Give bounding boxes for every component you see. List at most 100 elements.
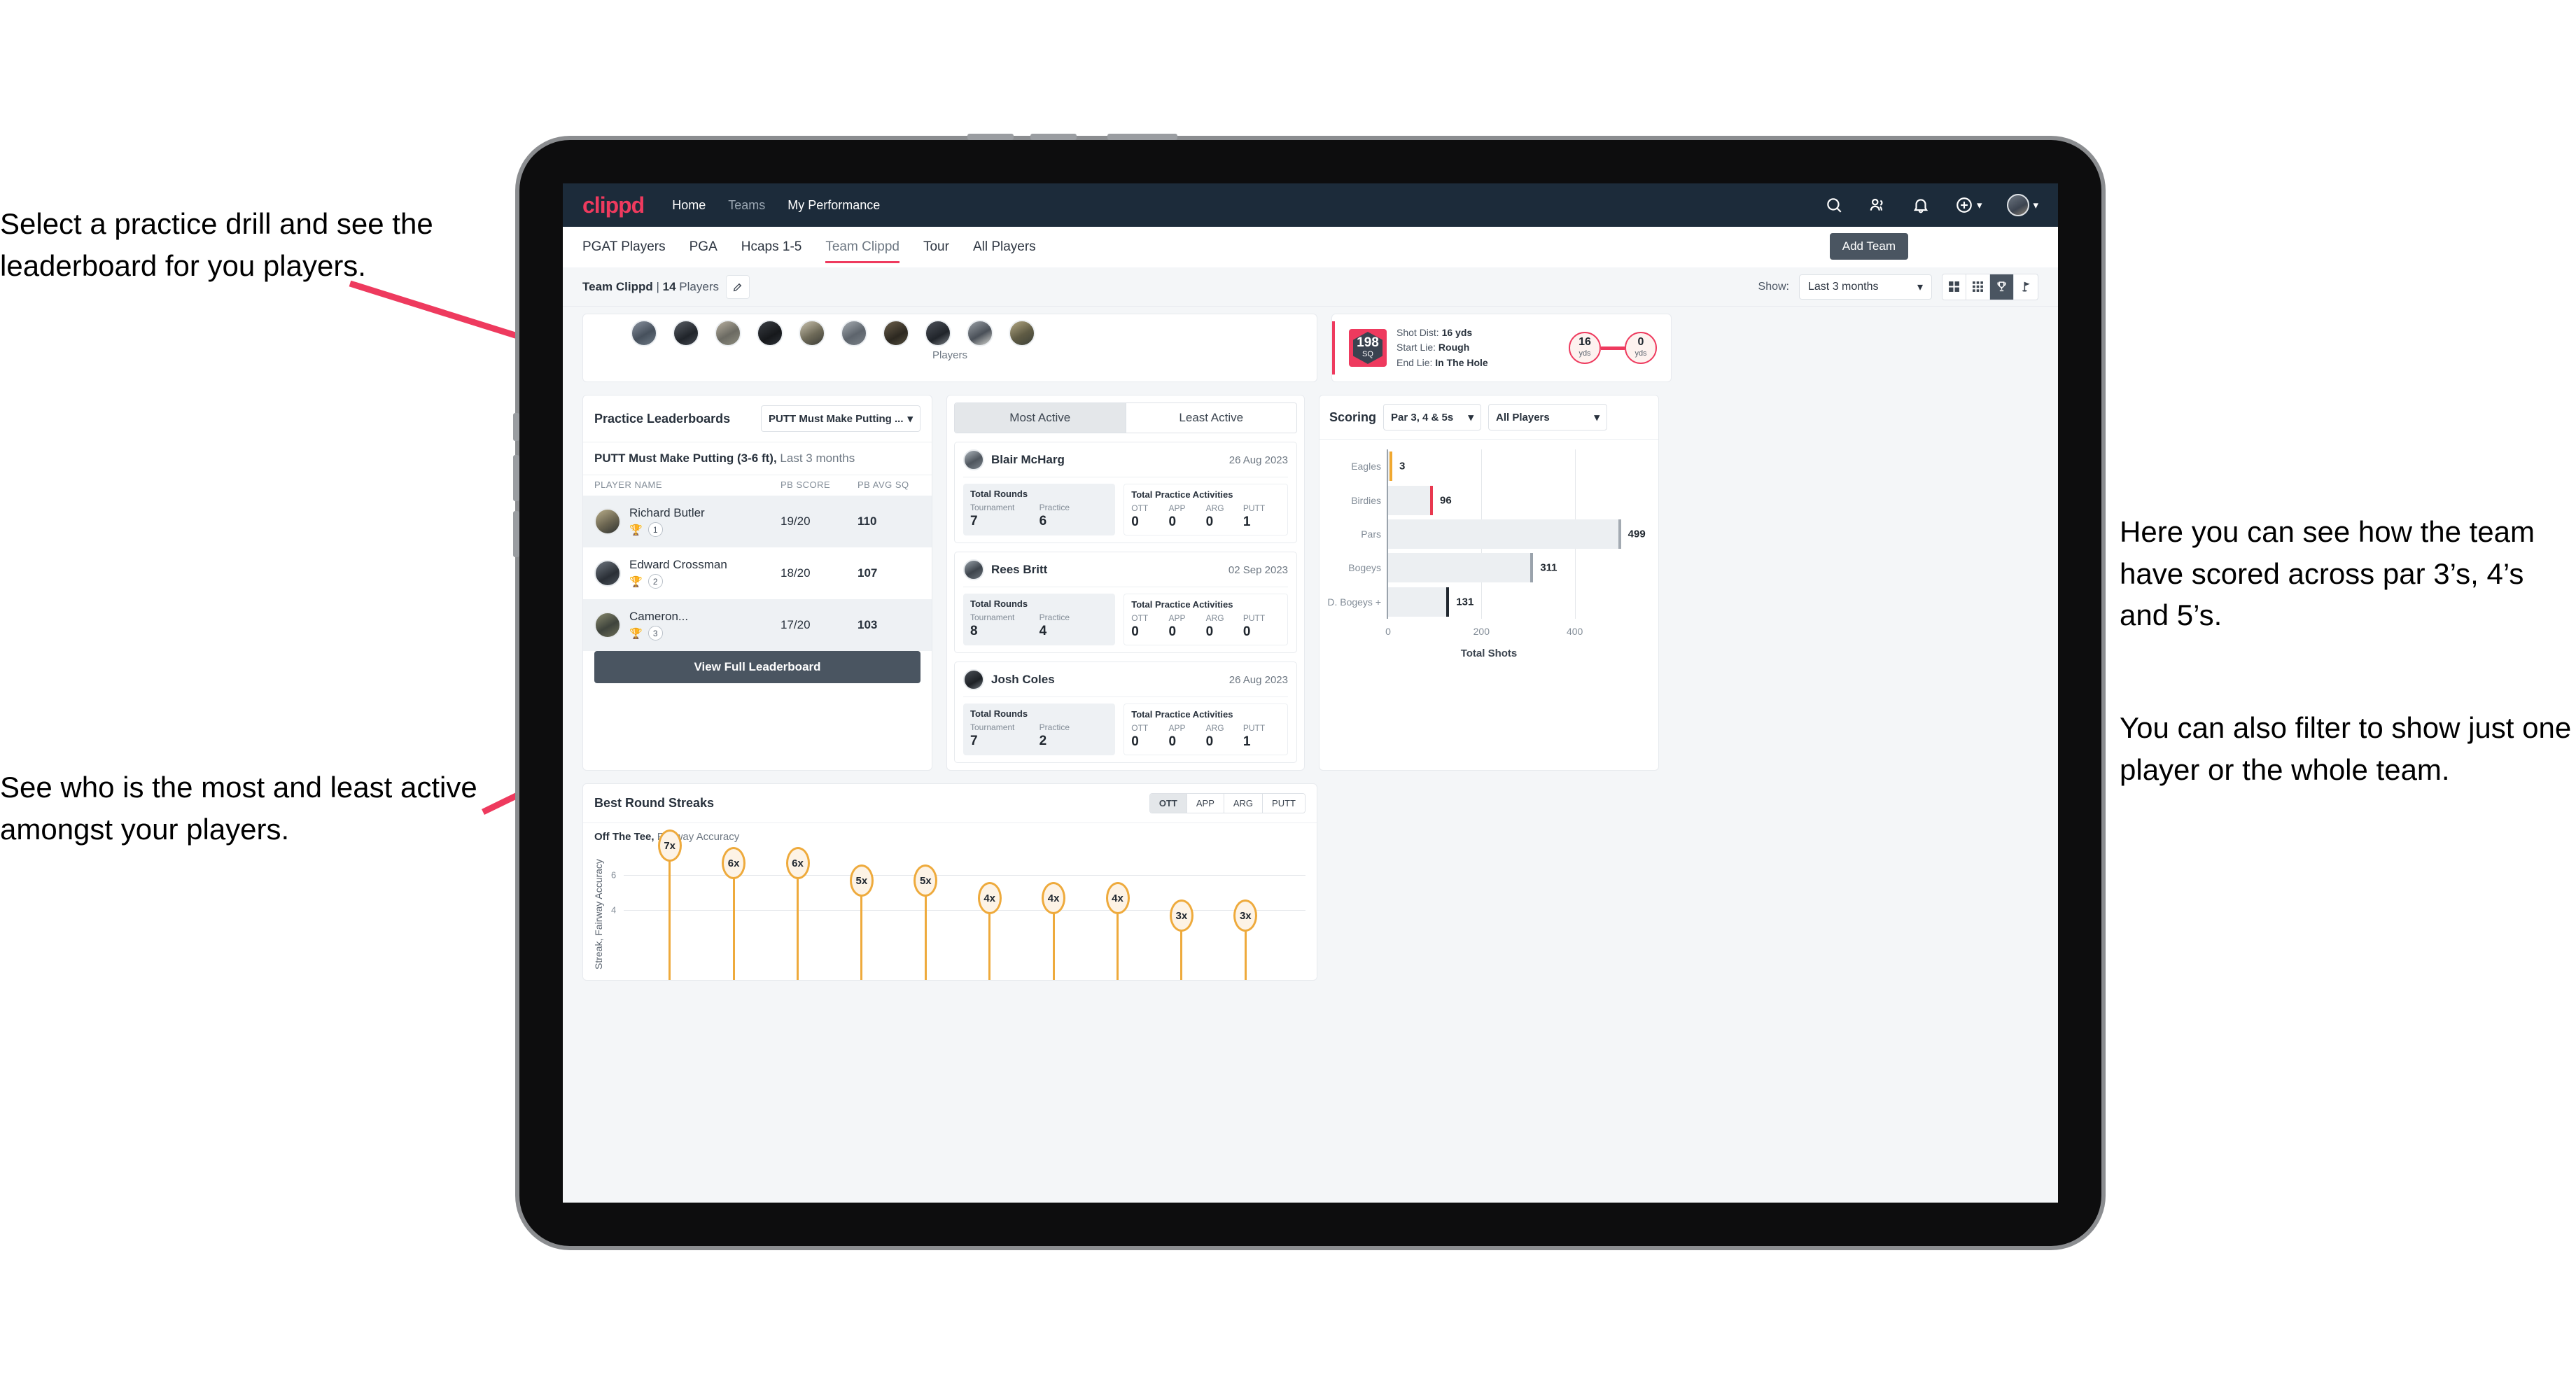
streak-marker[interactable]: 5x — [913, 864, 938, 897]
drill-range: Last 3 months — [780, 451, 855, 465]
avatar[interactable] — [631, 320, 657, 346]
shot-connector-line — [1601, 346, 1625, 350]
streaks-category-toggle: OTT APP ARG PUTT — [1149, 793, 1306, 813]
profile-menu[interactable]: ▾ — [2007, 194, 2038, 216]
list-item[interactable]: Blair McHarg 26 Aug 2023 Total Rounds To… — [954, 442, 1297, 543]
streaks-header: Best Round Streaks OTT APP ARG PUTT — [583, 784, 1317, 822]
avatar[interactable] — [841, 320, 867, 346]
add-team-button[interactable]: Add Team — [1829, 233, 1908, 260]
activity-arg: ARG 0 — [1205, 723, 1224, 749]
section-tabbar: PGAT Players PGA Hcaps 1-5 Team Clippd T… — [563, 227, 2058, 267]
list-item[interactable]: Rees Britt 02 Sep 2023 Total Rounds Tour… — [954, 552, 1297, 653]
pencil-icon[interactable] — [725, 274, 750, 299]
avatar[interactable] — [673, 320, 699, 346]
nav-link-home[interactable]: Home — [672, 198, 706, 213]
bar-value-label: 131 — [1456, 596, 1474, 608]
streak-stem — [797, 875, 799, 980]
bar-category-label: Eagles — [1351, 461, 1381, 472]
subheader-controls: Show: Last 3 months ▾ — [1758, 273, 2038, 300]
avatar[interactable] — [967, 320, 993, 346]
grid-small-icon[interactable] — [1966, 274, 1990, 300]
plus-circle-icon[interactable] — [1955, 196, 1973, 214]
tab-least-active[interactable]: Least Active — [1125, 403, 1296, 433]
streak-marker[interactable]: 4x — [977, 882, 1002, 914]
separator: | — [656, 279, 659, 293]
grid-large-icon[interactable] — [1942, 274, 1966, 300]
par-filter-select[interactable]: Par 3, 4 & 5s ▾ — [1383, 404, 1482, 430]
activity-app: APP 0 — [1168, 723, 1186, 749]
tab-team-clippd[interactable]: Team Clippd — [825, 227, 899, 267]
pb-avg-sq: 103 — [858, 618, 878, 631]
drill-name: PUTT Must Make Putting (3-6 ft), — [594, 451, 777, 465]
chevron-down-icon: ▾ — [1594, 412, 1600, 424]
streak-toggle-ott[interactable]: OTT — [1149, 794, 1187, 813]
total-rounds-header: Total Rounds — [970, 598, 1028, 609]
add-menu[interactable]: ▾ — [1955, 196, 1982, 214]
streak-marker[interactable]: 6x — [722, 847, 746, 879]
trophy-icon[interactable] — [1990, 274, 2014, 300]
players-word: Players — [679, 279, 719, 293]
avatar[interactable] — [883, 320, 909, 346]
shot-accent-bar — [1332, 321, 1335, 374]
streak-marker[interactable]: 7x — [657, 830, 682, 862]
end-lie-line: End Lie: In The Hole — [1396, 356, 1488, 368]
avatar[interactable] — [715, 320, 741, 346]
side-button-3[interactable] — [513, 511, 519, 557]
trophy-icon: 🏆 — [629, 627, 643, 640]
streak-marker[interactable]: 3x — [1169, 899, 1194, 932]
tab-pgat-players[interactable]: PGAT Players — [582, 227, 666, 267]
rounds-columns: Tournament 7 Practice 2 — [970, 722, 1108, 749]
avatar[interactable] — [925, 320, 951, 346]
streak-marker[interactable]: 5x — [849, 864, 874, 897]
volume-down-button[interactable] — [1030, 134, 1077, 140]
avatar[interactable] — [2007, 194, 2030, 216]
list-item[interactable]: Josh Coles 26 Aug 2023 Total Rounds Tour… — [954, 662, 1297, 763]
drill-select[interactable]: PUTT Must Make Putting ... ▾ — [761, 405, 920, 432]
streak-marker[interactable]: 3x — [1233, 899, 1258, 932]
drill-select-value: PUTT Must Make Putting ... — [769, 412, 904, 425]
rounds-practice: Practice 2 — [1039, 722, 1070, 748]
tab-most-active[interactable]: Most Active — [955, 403, 1126, 433]
bell-icon[interactable] — [1912, 196, 1930, 214]
avatar — [963, 559, 984, 580]
volume-up-button[interactable] — [967, 134, 1014, 140]
tab-pga[interactable]: PGA — [690, 227, 718, 267]
nav-link-my-performance[interactable]: My Performance — [788, 198, 880, 213]
col-pb-avg-sq: PB AVG SQ — [858, 479, 909, 490]
streak-toggle-putt[interactable]: PUTT — [1263, 794, 1305, 813]
streak-marker[interactable]: 4x — [1042, 882, 1066, 914]
power-button[interactable] — [1107, 134, 1177, 140]
practice-activities-block: Total Practice Activities OTT 0 APP 0 ARG 0… — [1124, 594, 1288, 645]
player-name: Richard Butler — [629, 506, 705, 519]
rank-badge: 1 — [648, 522, 663, 537]
bar-category-label: Bogeys — [1348, 562, 1381, 574]
player-filter-select[interactable]: All Players ▾ — [1488, 404, 1608, 430]
bar-cap — [1430, 485, 1433, 515]
table-row[interactable]: Edward Crossman 🏆 2 18/20 107 — [583, 547, 932, 599]
avatar[interactable] — [1009, 320, 1035, 346]
streak-marker[interactable]: 4x — [1105, 882, 1130, 914]
flag-icon[interactable] — [2014, 274, 2038, 300]
tab-tour[interactable]: Tour — [923, 227, 949, 267]
streak-toggle-arg[interactable]: ARG — [1224, 794, 1264, 813]
clippd-logo[interactable]: clippd — [582, 192, 645, 218]
bar-fill — [1388, 485, 1433, 515]
people-icon[interactable] — [1868, 196, 1886, 214]
activity-putt: PUTT 0 — [1242, 613, 1266, 639]
tab-all-players[interactable]: All Players — [973, 227, 1036, 267]
view-full-leaderboard-button[interactable]: View Full Leaderboard — [594, 651, 920, 683]
sq-unit: SQ — [1362, 349, 1373, 358]
nav-link-teams[interactable]: Teams — [728, 198, 765, 213]
annotation-top-left: Select a practice drill and see the lead… — [0, 207, 433, 282]
side-button-1[interactable] — [513, 413, 519, 441]
avatar[interactable] — [757, 320, 783, 346]
table-row[interactable]: Cameron... 🏆 3 17/20 103 — [583, 599, 932, 651]
streak-marker[interactable]: 6x — [785, 847, 810, 879]
streak-toggle-app[interactable]: APP — [1186, 794, 1224, 813]
avatar[interactable] — [799, 320, 825, 346]
search-icon[interactable] — [1825, 196, 1843, 214]
show-range-select[interactable]: Last 3 months ▾ — [1799, 274, 1932, 300]
side-button-2[interactable] — [513, 455, 519, 501]
table-row[interactable]: Richard Butler 🏆 1 19/20 110 — [583, 496, 932, 547]
tab-hcaps-1-5[interactable]: Hcaps 1-5 — [741, 227, 802, 267]
